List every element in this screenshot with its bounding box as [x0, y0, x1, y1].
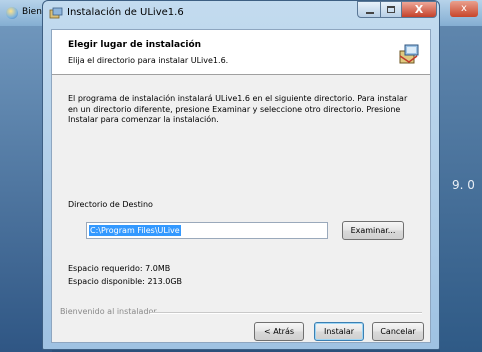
- header-title: Elegir lugar de instalación: [68, 40, 202, 50]
- header-subtitle: Elija el directorio para instalar ULive1…: [68, 56, 229, 65]
- space-required-text: Espacio requerido: 7.0MB: [68, 264, 171, 273]
- installer-package-icon: [399, 44, 419, 64]
- destination-group-label: Directorio de Destino: [68, 200, 153, 209]
- back-button[interactable]: < Atrás: [254, 322, 304, 341]
- installer-app-icon: [49, 7, 63, 19]
- instructions-text: El programa de instalación instalará ULi…: [68, 94, 408, 124]
- dialog-client-area: Elegir lugar de instalación Elija el dir…: [51, 29, 431, 343]
- browse-button[interactable]: Examinar...: [342, 221, 404, 240]
- destination-path-value: C:\Program Files\ULive: [89, 225, 181, 236]
- space-available-text: Espacio disponible: 213.0GB: [68, 277, 183, 286]
- globe-icon: [6, 7, 18, 19]
- branding-divider: [150, 312, 422, 314]
- background-close-button[interactable]: x: [450, 1, 478, 17]
- destination-path-input[interactable]: C:\Program Files\ULive: [86, 222, 328, 239]
- dialog-header: Elegir lugar de instalación Elija el dir…: [52, 30, 430, 75]
- branding-text: Bienvenido al instalador: [60, 307, 157, 316]
- window-title: Instalación de ULive1.6: [67, 7, 184, 18]
- cancel-button[interactable]: Cancelar: [372, 322, 424, 341]
- install-button[interactable]: Instalar: [314, 322, 364, 341]
- close-button[interactable]: X: [401, 1, 437, 18]
- maximize-button[interactable]: [380, 1, 402, 18]
- installer-window: Instalación de ULive1.6 X Elegir lugar d…: [42, 0, 440, 350]
- background-version-text: 9. 0: [452, 178, 475, 192]
- minimize-button[interactable]: [357, 1, 381, 18]
- background-window-title: Bien: [22, 7, 42, 17]
- caption-buttons: X: [357, 1, 437, 20]
